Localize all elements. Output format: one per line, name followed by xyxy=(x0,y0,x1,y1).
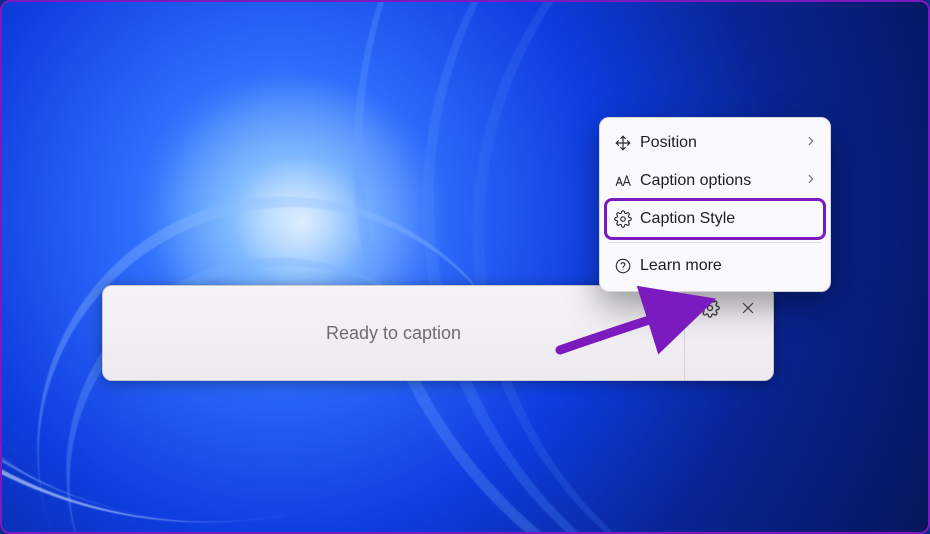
settings-context-menu: Position Caption options xyxy=(599,117,831,292)
close-button[interactable] xyxy=(734,294,762,322)
caption-actions xyxy=(685,286,773,380)
help-icon xyxy=(614,257,640,275)
menu-item-label: Learn more xyxy=(640,257,818,275)
move-icon xyxy=(614,134,640,152)
caption-status-area: Ready to caption xyxy=(103,286,685,380)
settings-button[interactable] xyxy=(696,294,724,322)
menu-item-label: Caption Style xyxy=(640,210,818,228)
font-icon xyxy=(614,172,640,190)
close-icon xyxy=(740,300,756,316)
gear-icon xyxy=(700,298,720,318)
chevron-right-icon xyxy=(804,134,818,153)
menu-item-caption-style[interactable]: Caption Style xyxy=(606,200,824,238)
menu-item-caption-options[interactable]: Caption options xyxy=(606,162,824,200)
menu-item-label: Caption options xyxy=(640,172,804,190)
menu-item-position[interactable]: Position xyxy=(606,124,824,162)
menu-item-learn-more[interactable]: Learn more xyxy=(606,247,824,285)
menu-item-label: Position xyxy=(640,134,804,152)
live-captions-window: Ready to caption xyxy=(102,285,774,381)
desktop-background: Ready to caption xyxy=(0,0,930,534)
menu-separator xyxy=(608,242,822,243)
gear-icon xyxy=(614,210,640,228)
caption-status-text: Ready to caption xyxy=(326,323,461,344)
chevron-right-icon xyxy=(804,172,818,191)
